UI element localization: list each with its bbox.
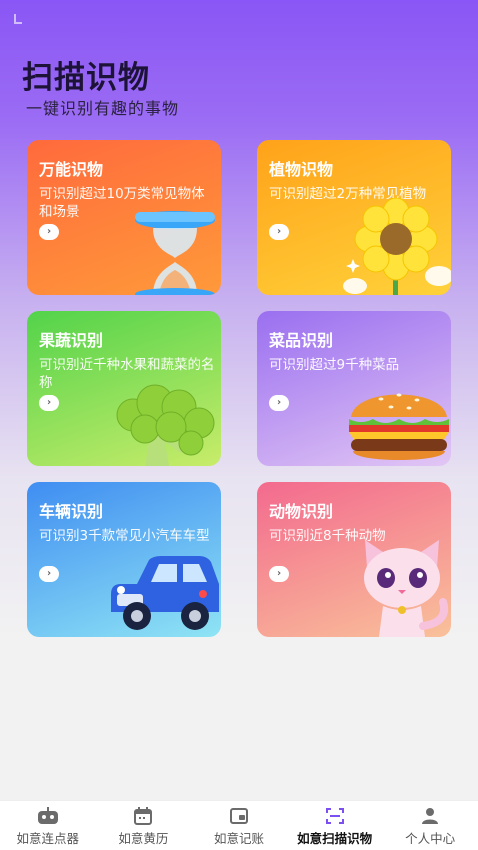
card-title: 植物识物 [269, 160, 334, 179]
chevron-right-icon: › [46, 397, 52, 408]
go-button[interactable]: › [39, 566, 59, 582]
tab-bookkeeping[interactable]: 如意记账 [191, 801, 287, 850]
card-description: 可识别超过9千种菜品 [269, 357, 400, 373]
tab-scan-recognition[interactable]: 如意扫描识物 [287, 801, 383, 850]
person-icon [419, 807, 441, 825]
tab-label: 如意记账 [213, 831, 264, 846]
go-button[interactable]: › [269, 395, 289, 411]
card-animal-recognition[interactable]: 动物识别 可识别近8千种动物 › [257, 482, 451, 637]
status-bar-mark [14, 14, 22, 24]
scan-icon [324, 807, 346, 825]
tab-profile[interactable]: 个人中心 [382, 801, 478, 850]
tab-label: 如意连点器 [16, 831, 80, 846]
chevron-right-icon: › [46, 568, 52, 579]
page-title: 扫描识物 [22, 60, 150, 96]
card-plant-recognition[interactable]: 植物识物 可识别超过2万种常见植物 › [257, 140, 451, 295]
tab-label: 个人中心 [405, 831, 456, 846]
tab-label: 如意黄历 [118, 831, 169, 846]
card-fruit-vegetable-recognition[interactable]: 果蔬识别 可识别近千种水果和蔬菜的名称 › [27, 311, 221, 466]
card-title: 动物识别 [269, 502, 334, 521]
go-button[interactable]: › [269, 224, 289, 240]
card-universal-recognition[interactable]: 万能识物 可识别超过10万类常见物体和场景 › [27, 140, 221, 295]
card-title: 万能识物 [39, 160, 104, 179]
go-button[interactable]: › [39, 224, 59, 240]
card-title: 车辆识别 [39, 502, 104, 521]
chevron-right-icon: › [276, 226, 282, 237]
chevron-right-icon: › [276, 568, 282, 579]
cat-icon [364, 540, 448, 637]
chevron-right-icon: › [46, 226, 52, 237]
card-dish-recognition[interactable]: 菜品识别 可识别超过9千种菜品 › [257, 311, 451, 466]
go-button[interactable]: › [269, 566, 289, 582]
robot-icon [37, 807, 59, 825]
page-subtitle: 一键识别有趣的事物 [26, 99, 180, 118]
broccoli-icon [116, 384, 215, 466]
go-button[interactable]: › [39, 395, 59, 411]
tab-label: 如意扫描识物 [297, 831, 373, 846]
bottom-tab-bar: 如意连点器 如意黄历 如意记账 如意扫描识物 个人中心 [0, 800, 478, 850]
burger-icon [349, 393, 449, 460]
card-title: 菜品识别 [269, 331, 334, 350]
car-icon [111, 556, 219, 630]
flower-icon [343, 198, 451, 295]
tab-almanac[interactable]: 如意黄历 [96, 801, 192, 850]
hourglass-icon [135, 211, 215, 295]
chevron-right-icon: › [276, 397, 282, 408]
tab-auto-clicker[interactable]: 如意连点器 [0, 801, 96, 850]
calendar-icon [132, 807, 154, 825]
card-vehicle-recognition[interactable]: 车辆识别 可识别3千款常见小汽车车型 › [27, 482, 221, 637]
card-description: 可识别3千款常见小汽车车型 [39, 528, 210, 544]
ledger-icon [228, 807, 250, 825]
card-title: 果蔬识别 [39, 331, 104, 350]
